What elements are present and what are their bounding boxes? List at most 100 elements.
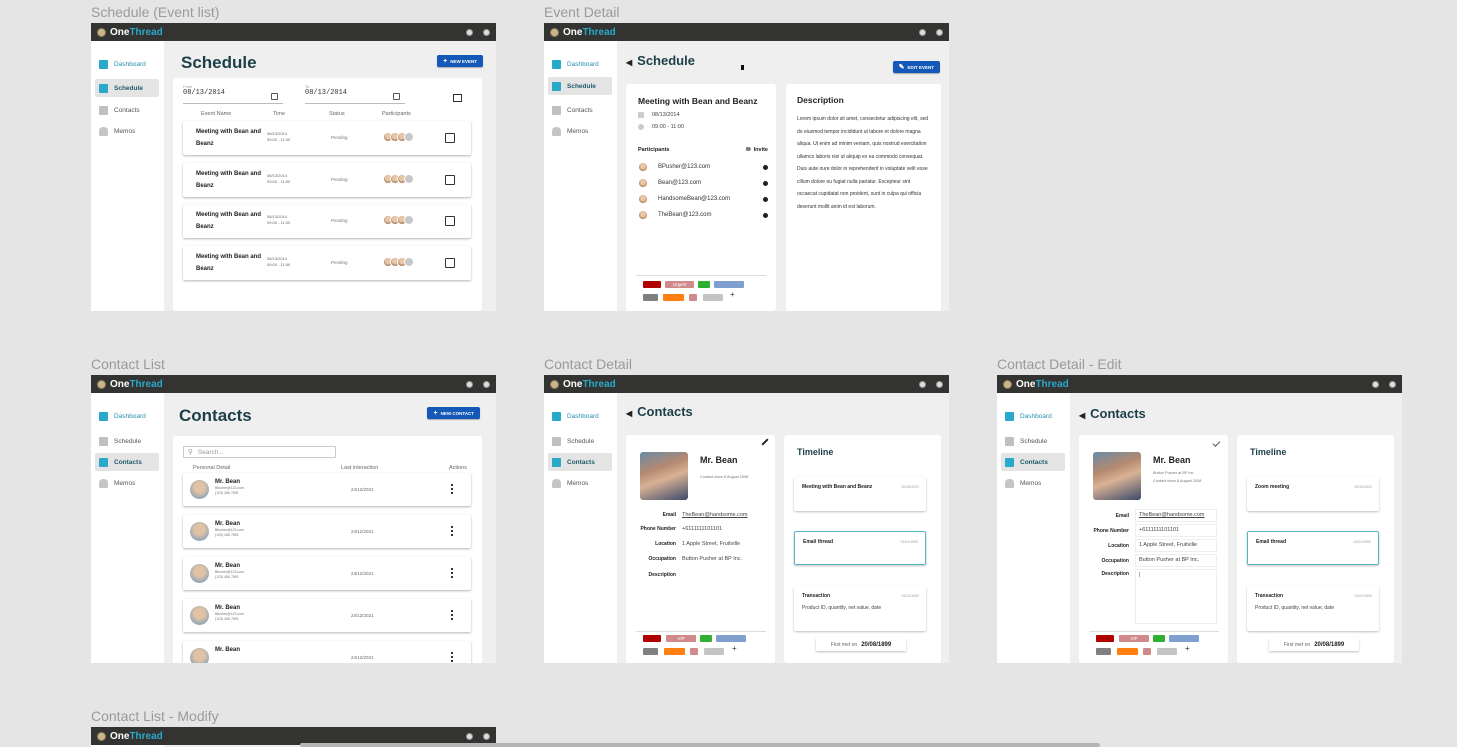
sidebar-item-contacts[interactable]: Contacts (95, 453, 159, 471)
tag[interactable] (1153, 635, 1165, 642)
clear-filter-icon[interactable] (453, 94, 462, 102)
account-icon[interactable] (1389, 380, 1396, 388)
sidebar-item-memos[interactable]: Memos (1001, 474, 1065, 492)
contact-row[interactable]: Mr. Bean Bfusher@123.com (123) 456 7891 2… (183, 557, 471, 590)
occupation-input[interactable]: Button Pusher at BP Inc. (1135, 554, 1217, 567)
tag[interactable] (1169, 635, 1199, 642)
sidebar-item-dashboard[interactable]: Dashboard (548, 407, 612, 425)
email-link[interactable]: TheBean@handsome.com (682, 512, 748, 518)
back-to-contacts[interactable]: ◀ Contacts (1079, 406, 1146, 421)
sidebar-item-schedule[interactable]: Schedule (1001, 432, 1065, 450)
event-row[interactable]: Meeting with Bean and Beanz 08/13/2014 09… (183, 163, 471, 197)
settings-icon[interactable] (919, 380, 926, 388)
description-textarea[interactable]: | (1135, 569, 1217, 624)
phone-input[interactable]: +6111111101101 (1135, 524, 1217, 537)
sidebar-item-dashboard[interactable]: Dashboard (95, 407, 159, 425)
tag[interactable] (700, 635, 712, 642)
tag[interactable] (643, 281, 661, 288)
brand-logo[interactable]: OneThread (110, 27, 163, 38)
remove-participant-icon[interactable] (763, 180, 768, 186)
sidebar-item-memos[interactable]: Memos (95, 474, 159, 492)
sidebar-item-schedule[interactable]: Schedule (548, 77, 612, 95)
contact-row[interactable]: Mr. Bean 24/12/2021 (183, 641, 471, 663)
account-icon[interactable] (483, 732, 490, 740)
brand-logo[interactable]: OneThread (563, 379, 616, 390)
tag[interactable] (716, 635, 746, 642)
contact-row[interactable]: Mr. Bean Bfusher@123.com (123) 456 7891 2… (183, 515, 471, 548)
location-input[interactable]: 1 Apple Street, Fruitville (1135, 539, 1217, 552)
event-checkbox[interactable] (445, 258, 455, 268)
tag[interactable] (703, 294, 723, 301)
tag[interactable] (1096, 635, 1114, 642)
settings-icon[interactable] (466, 380, 473, 388)
tag[interactable] (1157, 648, 1177, 655)
remove-participant-icon[interactable] (763, 164, 768, 170)
brand-logo[interactable]: OneThread (110, 379, 163, 390)
timeline-item[interactable]: Zoom meeting 20/10/2021 (1247, 477, 1379, 511)
new-contact-button[interactable]: + NEW CONTACT (427, 407, 480, 419)
sidebar-item-schedule[interactable]: Schedule (548, 432, 612, 450)
event-row[interactable]: Meeting with Bean and Beanz 08/13/2014 09… (183, 204, 471, 238)
event-checkbox[interactable] (445, 133, 455, 143)
tag[interactable] (714, 281, 744, 288)
tag[interactable] (1143, 648, 1151, 655)
brand-logo[interactable]: OneThread (563, 27, 616, 38)
calendar-icon[interactable] (271, 93, 278, 100)
account-icon[interactable] (936, 28, 943, 36)
timeline-item[interactable]: Transaction 01/01/1900 Product ID, quantit… (1247, 586, 1379, 631)
sidebar-item-contacts[interactable]: Contacts (548, 453, 612, 471)
contact-row[interactable]: Mr. Bean Bfusher@123.com (123) 456 7891 2… (183, 473, 471, 506)
email-input[interactable]: TheBean@handsome.com (1135, 509, 1217, 522)
tag[interactable] (643, 635, 661, 642)
from-date-field[interactable]: From 08/13/2014 (183, 84, 283, 104)
timeline-item[interactable]: Meeting with Bean and Beanz 20/10/2021 (794, 477, 926, 511)
timeline-item-selected[interactable]: Email thread 01/01/1900 (794, 531, 926, 565)
sidebar-item-dashboard[interactable]: Dashboard (548, 55, 612, 73)
sidebar-item-schedule[interactable]: Schedule (95, 432, 159, 450)
sidebar-item-schedule[interactable]: Schedule (95, 79, 159, 97)
add-tag-button[interactable]: + (1185, 644, 1190, 653)
more-actions-icon[interactable] (451, 568, 453, 578)
remove-participant-icon[interactable] (763, 212, 768, 218)
calendar-icon[interactable] (393, 93, 400, 100)
invite-button[interactable]: ✉ Invite (746, 147, 768, 153)
timeline-item-selected[interactable]: Email thread 01/01/1900 (1247, 531, 1379, 565)
tag[interactable]: Urgent (665, 281, 694, 288)
event-checkbox[interactable] (445, 216, 455, 226)
settings-icon[interactable] (1372, 380, 1379, 388)
back-to-schedule[interactable]: ◀ Schedule (626, 53, 695, 68)
settings-icon[interactable] (466, 732, 473, 740)
tag[interactable] (689, 294, 697, 301)
tag[interactable] (690, 648, 698, 655)
sidebar-item-memos[interactable]: Memos (548, 474, 612, 492)
account-icon[interactable] (936, 380, 943, 388)
search-input[interactable]: ⚲ Search... (183, 446, 336, 458)
brand-logo[interactable]: OneThread (1016, 379, 1069, 390)
more-actions-icon[interactable] (451, 610, 453, 620)
more-actions-icon[interactable] (451, 526, 453, 536)
tag[interactable] (698, 281, 710, 288)
sidebar-item-contacts[interactable]: Contacts (95, 101, 159, 119)
brand-logo[interactable]: OneThread (110, 731, 163, 742)
tag[interactable]: VIP (666, 635, 696, 642)
add-tag-button[interactable]: + (732, 644, 737, 653)
contact-row[interactable]: Mr. Bean Bfusher@123.com (123) 456 7891 2… (183, 599, 471, 632)
tag[interactable] (704, 648, 724, 655)
edit-pencil-icon[interactable] (761, 438, 769, 446)
tag[interactable] (643, 648, 658, 655)
tag[interactable] (664, 648, 685, 655)
sidebar-item-memos[interactable]: Memos (548, 122, 612, 140)
horizontal-scrollbar[interactable] (300, 743, 1100, 747)
save-check-icon[interactable] (1212, 439, 1221, 447)
tag[interactable] (1117, 648, 1138, 655)
settings-icon[interactable] (466, 28, 473, 36)
sidebar-item-dashboard[interactable]: Dashboard (1001, 407, 1065, 425)
account-icon[interactable] (483, 28, 490, 36)
settings-icon[interactable] (919, 28, 926, 36)
tag[interactable] (1096, 648, 1111, 655)
tag[interactable] (663, 294, 684, 301)
back-to-contacts[interactable]: ◀ Contacts (626, 404, 693, 419)
remove-participant-icon[interactable] (763, 196, 768, 202)
sidebar-item-contacts[interactable]: Contacts (1001, 453, 1065, 471)
new-event-button[interactable]: + NEW EVENT (437, 55, 483, 67)
